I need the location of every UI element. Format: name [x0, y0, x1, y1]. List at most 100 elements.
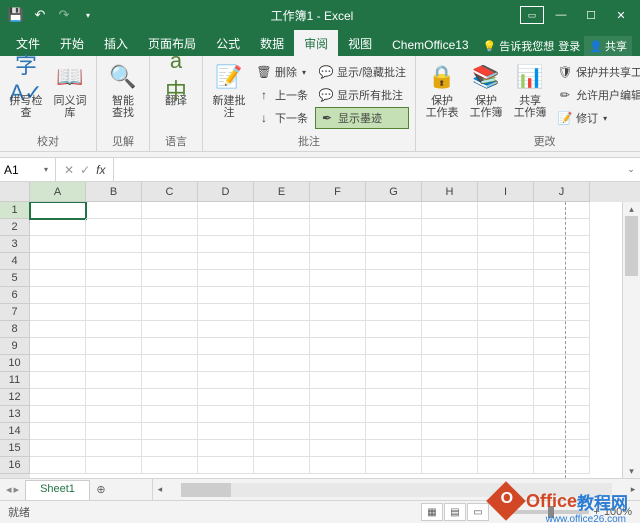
- cell-J13[interactable]: [534, 406, 590, 423]
- cell-B10[interactable]: [86, 355, 142, 372]
- cell-A10[interactable]: [30, 355, 86, 372]
- cell-G10[interactable]: [366, 355, 422, 372]
- prev-comment-button[interactable]: ↑上一条: [253, 84, 311, 106]
- cell-H3[interactable]: [422, 236, 478, 253]
- cell-G9[interactable]: [366, 338, 422, 355]
- cell-G13[interactable]: [366, 406, 422, 423]
- cell-D16[interactable]: [198, 457, 254, 474]
- cell-C4[interactable]: [142, 253, 198, 270]
- cell-J2[interactable]: [534, 219, 590, 236]
- cell-J12[interactable]: [534, 389, 590, 406]
- name-box-input[interactable]: [4, 163, 44, 177]
- cell-B14[interactable]: [86, 423, 142, 440]
- protect-sheet-button[interactable]: 🔒 保护 工作表: [422, 59, 462, 131]
- close-icon[interactable]: ✕: [608, 4, 634, 26]
- cell-B13[interactable]: [86, 406, 142, 423]
- signin-link[interactable]: 登录: [558, 38, 580, 54]
- ribbon-options-icon[interactable]: ▭: [520, 6, 544, 24]
- cell-H15[interactable]: [422, 440, 478, 457]
- showhide-comment-button[interactable]: 💬显示/隐藏批注: [315, 61, 409, 83]
- cell-A2[interactable]: [30, 219, 86, 236]
- sheet-tab-1[interactable]: Sheet1: [25, 480, 90, 500]
- cell-E4[interactable]: [254, 253, 310, 270]
- cell-F1[interactable]: [310, 202, 366, 219]
- cell-F16[interactable]: [310, 457, 366, 474]
- cell-C15[interactable]: [142, 440, 198, 457]
- row-header-11[interactable]: 11: [0, 372, 30, 389]
- cell-I5[interactable]: [478, 270, 534, 287]
- cell-A16[interactable]: [30, 457, 86, 474]
- scroll-up-icon[interactable]: ▴: [623, 202, 640, 216]
- cell-A3[interactable]: [30, 236, 86, 253]
- sheet-nav[interactable]: ◂ ▸: [0, 479, 25, 500]
- cell-G5[interactable]: [366, 270, 422, 287]
- cell-J1[interactable]: [534, 202, 590, 219]
- cell-C6[interactable]: [142, 287, 198, 304]
- showall-comments-button[interactable]: 💬显示所有批注: [315, 84, 409, 106]
- thesaurus-button[interactable]: 📖 同义词库: [50, 59, 90, 131]
- cell-I10[interactable]: [478, 355, 534, 372]
- cell-A11[interactable]: [30, 372, 86, 389]
- cell-G7[interactable]: [366, 304, 422, 321]
- cell-H1[interactable]: [422, 202, 478, 219]
- row-header-8[interactable]: 8: [0, 321, 30, 338]
- cell-F15[interactable]: [310, 440, 366, 457]
- cell-I3[interactable]: [478, 236, 534, 253]
- cell-H7[interactable]: [422, 304, 478, 321]
- share-workbook-button[interactable]: 📊 共享 工作簿: [510, 59, 550, 131]
- cell-F10[interactable]: [310, 355, 366, 372]
- row-header-13[interactable]: 13: [0, 406, 30, 423]
- cell-E3[interactable]: [254, 236, 310, 253]
- cell-A13[interactable]: [30, 406, 86, 423]
- cell-J10[interactable]: [534, 355, 590, 372]
- cell-B7[interactable]: [86, 304, 142, 321]
- cell-A4[interactable]: [30, 253, 86, 270]
- tab-chemoffice[interactable]: ChemOffice13: [382, 33, 478, 56]
- cell-J3[interactable]: [534, 236, 590, 253]
- col-header-C[interactable]: C: [142, 182, 198, 202]
- protect-share-button[interactable]: 🛡保护并共享工作簿: [554, 61, 640, 83]
- vscroll-thumb[interactable]: [625, 216, 638, 276]
- cell-A9[interactable]: [30, 338, 86, 355]
- cell-J7[interactable]: [534, 304, 590, 321]
- cell-H12[interactable]: [422, 389, 478, 406]
- cell-J15[interactable]: [534, 440, 590, 457]
- cell-C10[interactable]: [142, 355, 198, 372]
- cell-G2[interactable]: [366, 219, 422, 236]
- cell-J6[interactable]: [534, 287, 590, 304]
- cell-I6[interactable]: [478, 287, 534, 304]
- cell-B1[interactable]: [86, 202, 142, 219]
- cells-area[interactable]: [30, 202, 622, 478]
- cell-C7[interactable]: [142, 304, 198, 321]
- cell-I13[interactable]: [478, 406, 534, 423]
- row-header-2[interactable]: 2: [0, 219, 30, 236]
- cell-G15[interactable]: [366, 440, 422, 457]
- col-header-H[interactable]: H: [422, 182, 478, 202]
- cell-E16[interactable]: [254, 457, 310, 474]
- cell-B2[interactable]: [86, 219, 142, 236]
- cell-E1[interactable]: [254, 202, 310, 219]
- cell-D11[interactable]: [198, 372, 254, 389]
- cell-G14[interactable]: [366, 423, 422, 440]
- cell-C14[interactable]: [142, 423, 198, 440]
- cell-I12[interactable]: [478, 389, 534, 406]
- cell-B9[interactable]: [86, 338, 142, 355]
- cell-I4[interactable]: [478, 253, 534, 270]
- cell-F12[interactable]: [310, 389, 366, 406]
- cell-C16[interactable]: [142, 457, 198, 474]
- cell-B6[interactable]: [86, 287, 142, 304]
- cell-A6[interactable]: [30, 287, 86, 304]
- cell-F6[interactable]: [310, 287, 366, 304]
- cell-G11[interactable]: [366, 372, 422, 389]
- row-header-16[interactable]: 16: [0, 457, 30, 474]
- new-comment-button[interactable]: 📝 新建批注: [209, 59, 249, 131]
- col-header-B[interactable]: B: [86, 182, 142, 202]
- sheet-prev-icon[interactable]: ◂: [6, 483, 12, 496]
- cell-D3[interactable]: [198, 236, 254, 253]
- fx-icon[interactable]: fx: [96, 163, 105, 177]
- maximize-icon[interactable]: ☐: [578, 4, 604, 26]
- row-header-1[interactable]: 1: [0, 202, 30, 219]
- formula-input[interactable]: [114, 163, 622, 177]
- cell-D9[interactable]: [198, 338, 254, 355]
- cell-I11[interactable]: [478, 372, 534, 389]
